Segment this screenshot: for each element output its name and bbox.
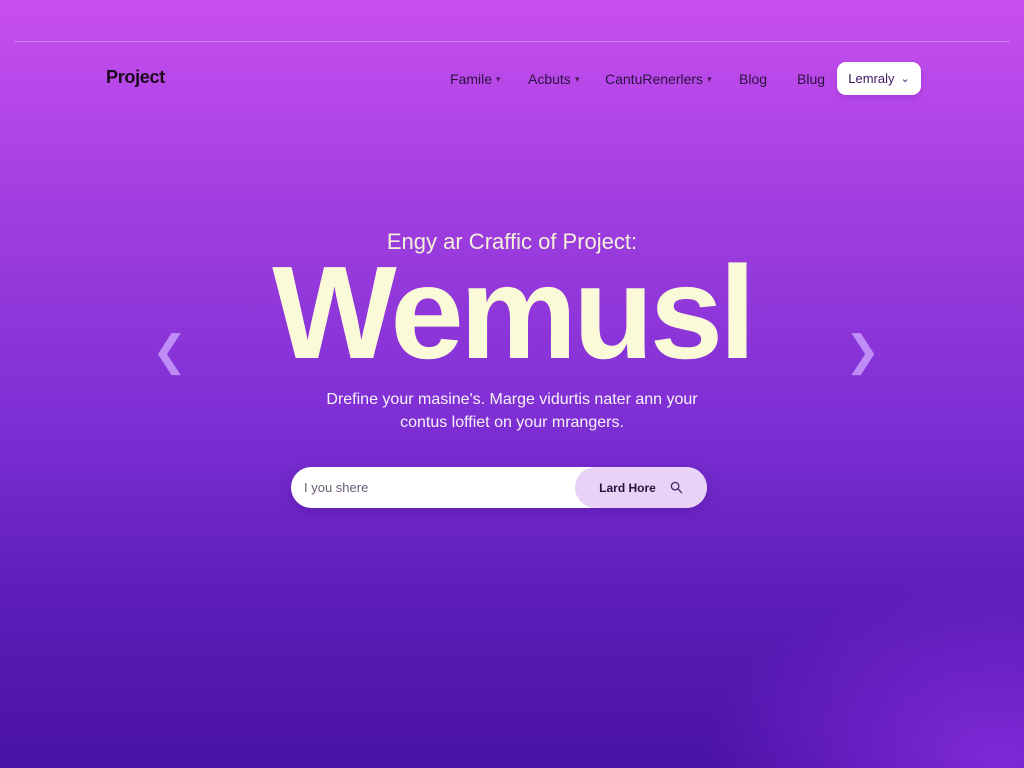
brand-logo[interactable]: Project — [106, 67, 165, 88]
chevron-right-icon[interactable]: ❯ — [845, 330, 880, 372]
chevron-down-icon: ▾ — [707, 74, 712, 84]
search-icon — [670, 481, 683, 494]
hero-description: Drefine your masine's. Marge vidurtis na… — [262, 388, 762, 434]
search-bar: Lard Hore — [291, 467, 707, 508]
nav-item-label: Blog — [739, 71, 768, 87]
nav-item-famile[interactable]: Famile ▾ — [450, 71, 501, 87]
search-button[interactable]: Lard Hore — [575, 467, 707, 508]
nav-item-acbuts[interactable]: Acbuts ▾ — [528, 71, 579, 87]
cta-label: Lemraly — [848, 71, 895, 86]
nav-item-label: Acbuts — [528, 71, 571, 87]
nav-cta-button[interactable]: Lemraly ⌄ — [837, 62, 921, 95]
nav-item-label: Blug — [797, 71, 826, 87]
chevron-down-icon: ▾ — [574, 74, 580, 84]
nav-item-blug[interactable]: Blug — [797, 71, 825, 87]
nav-item-label: Famile — [450, 71, 493, 87]
hero-description-line: contus loffiet on your mrangers. — [400, 414, 624, 431]
nav-item-label: CantuRenerlers — [605, 71, 704, 87]
hero-description-line: Drefine your masine's. Marge vidurtis na… — [326, 391, 698, 408]
header-divider — [14, 41, 1010, 42]
search-input[interactable] — [291, 467, 584, 508]
nav-item-blog[interactable]: Blog — [739, 71, 767, 87]
chevron-down-icon: ▾ — [496, 74, 501, 84]
chevron-left-icon[interactable]: ❮ — [152, 330, 187, 372]
search-button-label: Lard Hore — [599, 480, 656, 495]
nav-item-canturenerlers[interactable]: CantuRenerlers ▾ — [605, 71, 712, 87]
chevron-down-icon: ⌄ — [900, 73, 910, 85]
